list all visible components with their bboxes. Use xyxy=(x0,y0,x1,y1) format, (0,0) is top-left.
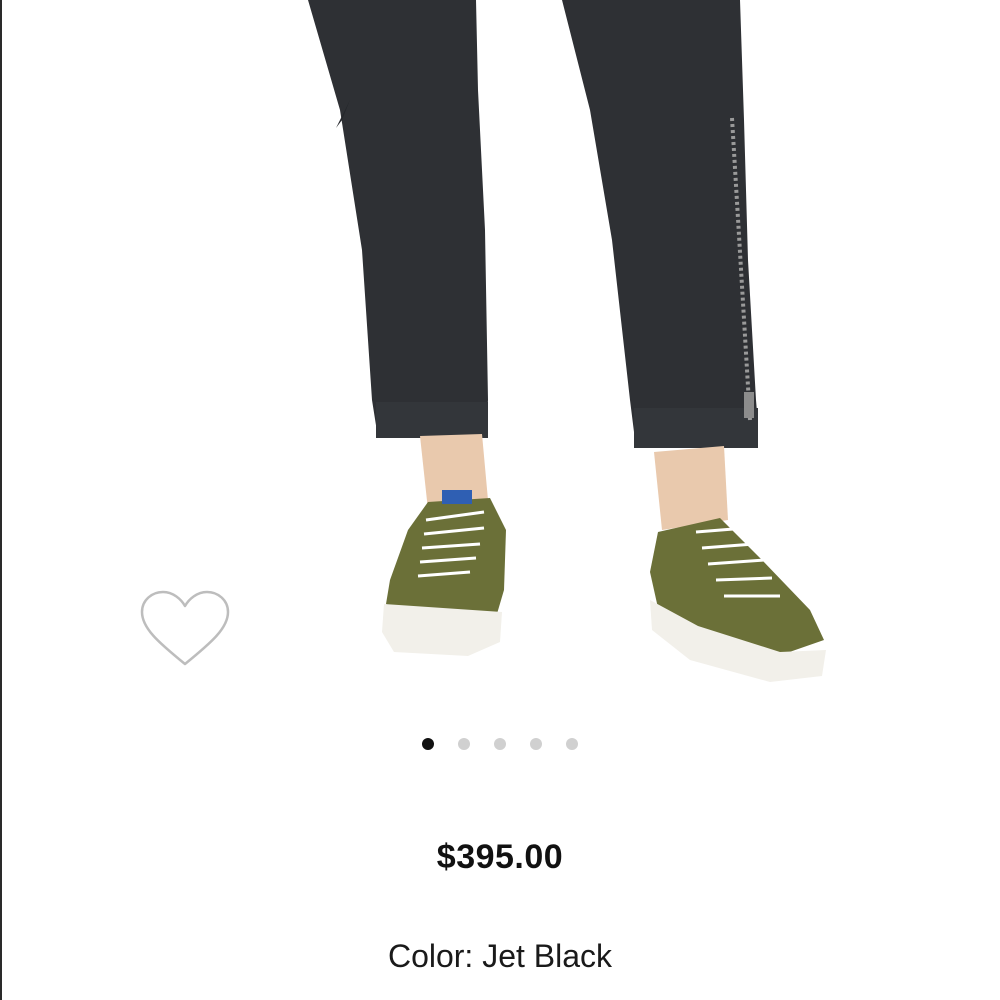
left-pant-leg xyxy=(308,0,488,438)
carousel-dot-4[interactable] xyxy=(530,738,542,750)
carousel-dot-2[interactable] xyxy=(458,738,470,750)
carousel-dot-1[interactable] xyxy=(422,738,434,750)
right-pant-leg xyxy=(562,0,758,448)
carousel-dot-5[interactable] xyxy=(566,738,578,750)
color-selector-label[interactable]: Color: Jet Black xyxy=(0,938,1000,975)
carousel-dot-3[interactable] xyxy=(494,738,506,750)
image-carousel-indicator xyxy=(0,738,1000,750)
product-image[interactable] xyxy=(150,0,850,700)
product-price: $395.00 xyxy=(436,838,564,876)
heart-outline-icon[interactable] xyxy=(138,588,232,670)
